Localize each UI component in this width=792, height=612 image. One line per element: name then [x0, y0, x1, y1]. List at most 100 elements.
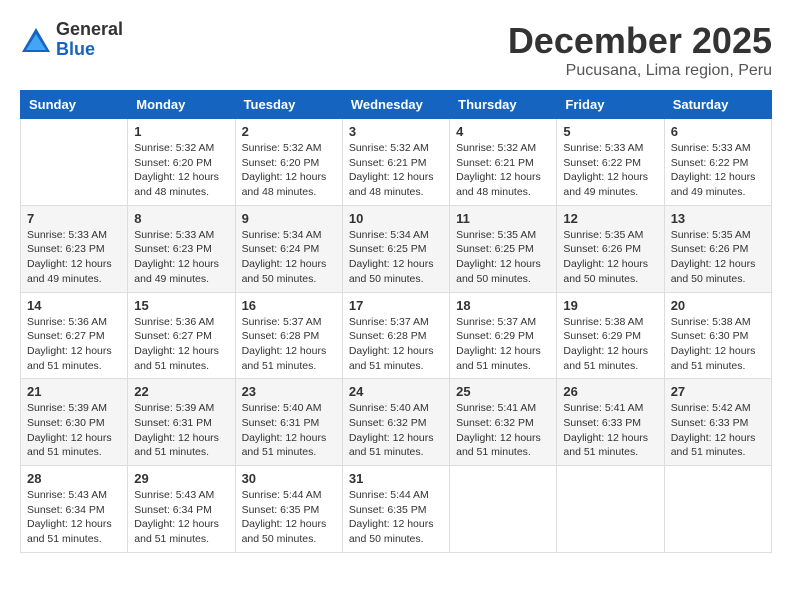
day-info: Sunrise: 5:39 AM Sunset: 6:31 PM Dayligh… — [134, 401, 228, 460]
calendar-cell: 14Sunrise: 5:36 AM Sunset: 6:27 PM Dayli… — [21, 292, 128, 379]
day-info: Sunrise: 5:34 AM Sunset: 6:25 PM Dayligh… — [349, 228, 443, 287]
day-number: 28 — [27, 471, 121, 486]
day-info: Sunrise: 5:41 AM Sunset: 6:33 PM Dayligh… — [563, 401, 657, 460]
day-header-sunday: Sunday — [21, 91, 128, 119]
calendar-cell — [21, 119, 128, 206]
day-info: Sunrise: 5:41 AM Sunset: 6:32 PM Dayligh… — [456, 401, 550, 460]
day-number: 6 — [671, 124, 765, 139]
day-number: 18 — [456, 298, 550, 313]
day-number: 31 — [349, 471, 443, 486]
day-info: Sunrise: 5:37 AM Sunset: 6:29 PM Dayligh… — [456, 315, 550, 374]
calendar-week-1: 1 Sunrise: 5:32 AM Sunset: 6:20 PM Daylig… — [21, 119, 772, 206]
day-number: 17 — [349, 298, 443, 313]
calendar-week-5: 28 Sunrise: 5:43 AM Sunset: 6:34 PM Dayli… — [21, 466, 772, 553]
day-number: 23 — [242, 384, 336, 399]
day-number: 9 — [242, 211, 336, 226]
calendar-cell: 29Sunrise: 5:43 AM Sunset: 6:34 PM Dayli… — [128, 466, 235, 553]
day-info: Sunrise: 5:42 AM Sunset: 6:33 PM Dayligh… — [671, 401, 765, 460]
calendar-cell — [557, 466, 664, 553]
logo-blue-text: Blue — [56, 40, 123, 60]
day-number: 4 — [456, 124, 550, 139]
day-info: Sunrise: 5:44 AM Sunset: 6:35 PM Dayligh… — [349, 488, 443, 547]
day-info: Sunrise: 5:43 AM Sunset: 6:34 PM Dayligh… — [27, 488, 121, 547]
day-number: 26 — [563, 384, 657, 399]
day-info: Sunrise: 5:35 AM Sunset: 6:26 PM Dayligh… — [563, 228, 657, 287]
day-info: Sunrise: 5:35 AM Sunset: 6:26 PM Dayligh… — [671, 228, 765, 287]
calendar-week-3: 14Sunrise: 5:36 AM Sunset: 6:27 PM Dayli… — [21, 292, 772, 379]
day-info: Sunrise: 5:34 AM Sunset: 6:24 PM Dayligh… — [242, 228, 336, 287]
calendar-cell: 13 Sunrise: 5:35 AM Sunset: 6:26 PM Dayli… — [664, 205, 771, 292]
day-number: 2 — [242, 124, 336, 139]
header-row: SundayMondayTuesdayWednesdayThursdayFrid… — [21, 91, 772, 119]
calendar-cell: 16 Sunrise: 5:37 AM Sunset: 6:28 PM Dayli… — [235, 292, 342, 379]
day-header-friday: Friday — [557, 91, 664, 119]
calendar-cell: 7Sunrise: 5:33 AM Sunset: 6:23 PM Daylig… — [21, 205, 128, 292]
day-info: Sunrise: 5:37 AM Sunset: 6:28 PM Dayligh… — [242, 315, 336, 374]
day-number: 25 — [456, 384, 550, 399]
day-info: Sunrise: 5:37 AM Sunset: 6:28 PM Dayligh… — [349, 315, 443, 374]
page-header: General Blue December 2025 Pucusana, Lim… — [20, 20, 772, 80]
calendar-cell — [664, 466, 771, 553]
day-info: Sunrise: 5:32 AM Sunset: 6:21 PM Dayligh… — [456, 141, 550, 200]
day-number: 27 — [671, 384, 765, 399]
day-info: Sunrise: 5:32 AM Sunset: 6:21 PM Dayligh… — [349, 141, 443, 200]
day-info: Sunrise: 5:32 AM Sunset: 6:20 PM Dayligh… — [242, 141, 336, 200]
title-area: December 2025 Pucusana, Lima region, Per… — [508, 20, 772, 80]
day-info: Sunrise: 5:38 AM Sunset: 6:29 PM Dayligh… — [563, 315, 657, 374]
day-info: Sunrise: 5:33 AM Sunset: 6:22 PM Dayligh… — [563, 141, 657, 200]
calendar-cell: 1 Sunrise: 5:32 AM Sunset: 6:20 PM Daylig… — [128, 119, 235, 206]
day-number: 1 — [134, 124, 228, 139]
day-header-saturday: Saturday — [664, 91, 771, 119]
day-header-thursday: Thursday — [450, 91, 557, 119]
day-info: Sunrise: 5:32 AM Sunset: 6:20 PM Dayligh… — [134, 141, 228, 200]
day-number: 13 — [671, 211, 765, 226]
day-number: 24 — [349, 384, 443, 399]
day-number: 29 — [134, 471, 228, 486]
calendar-cell: 20 Sunrise: 5:38 AM Sunset: 6:30 PM Dayli… — [664, 292, 771, 379]
day-info: Sunrise: 5:33 AM Sunset: 6:22 PM Dayligh… — [671, 141, 765, 200]
calendar-cell: 27 Sunrise: 5:42 AM Sunset: 6:33 PM Dayli… — [664, 379, 771, 466]
day-number: 10 — [349, 211, 443, 226]
calendar-cell: 26 Sunrise: 5:41 AM Sunset: 6:33 PM Dayli… — [557, 379, 664, 466]
calendar-cell: 6 Sunrise: 5:33 AM Sunset: 6:22 PM Daylig… — [664, 119, 771, 206]
logo-general-text: General — [56, 20, 123, 40]
calendar-table: SundayMondayTuesdayWednesdayThursdayFrid… — [20, 90, 772, 553]
day-info: Sunrise: 5:35 AM Sunset: 6:25 PM Dayligh… — [456, 228, 550, 287]
day-number: 8 — [134, 211, 228, 226]
day-number: 30 — [242, 471, 336, 486]
calendar-cell: 19 Sunrise: 5:38 AM Sunset: 6:29 PM Dayli… — [557, 292, 664, 379]
calendar-cell: 23 Sunrise: 5:40 AM Sunset: 6:31 PM Dayli… — [235, 379, 342, 466]
calendar-cell: 11 Sunrise: 5:35 AM Sunset: 6:25 PM Dayli… — [450, 205, 557, 292]
day-header-wednesday: Wednesday — [342, 91, 449, 119]
calendar-body: 1 Sunrise: 5:32 AM Sunset: 6:20 PM Daylig… — [21, 119, 772, 553]
calendar-cell: 18 Sunrise: 5:37 AM Sunset: 6:29 PM Dayli… — [450, 292, 557, 379]
day-number: 16 — [242, 298, 336, 313]
day-info: Sunrise: 5:33 AM Sunset: 6:23 PM Dayligh… — [134, 228, 228, 287]
day-header-tuesday: Tuesday — [235, 91, 342, 119]
calendar-cell: 24 Sunrise: 5:40 AM Sunset: 6:32 PM Dayli… — [342, 379, 449, 466]
calendar-cell: 8 Sunrise: 5:33 AM Sunset: 6:23 PM Daylig… — [128, 205, 235, 292]
day-info: Sunrise: 5:40 AM Sunset: 6:31 PM Dayligh… — [242, 401, 336, 460]
day-info: Sunrise: 5:44 AM Sunset: 6:35 PM Dayligh… — [242, 488, 336, 547]
calendar-cell: 9 Sunrise: 5:34 AM Sunset: 6:24 PM Daylig… — [235, 205, 342, 292]
calendar-cell: 15Sunrise: 5:36 AM Sunset: 6:27 PM Dayli… — [128, 292, 235, 379]
day-number: 5 — [563, 124, 657, 139]
day-number: 11 — [456, 211, 550, 226]
logo: General Blue — [20, 20, 123, 60]
day-number: 22 — [134, 384, 228, 399]
calendar-cell: 2 Sunrise: 5:32 AM Sunset: 6:20 PM Daylig… — [235, 119, 342, 206]
month-title: December 2025 — [508, 20, 772, 62]
day-info: Sunrise: 5:38 AM Sunset: 6:30 PM Dayligh… — [671, 315, 765, 374]
calendar-week-4: 21Sunrise: 5:39 AM Sunset: 6:30 PM Dayli… — [21, 379, 772, 466]
day-info: Sunrise: 5:40 AM Sunset: 6:32 PM Dayligh… — [349, 401, 443, 460]
calendar-header: SundayMondayTuesdayWednesdayThursdayFrid… — [21, 91, 772, 119]
logo-text: General Blue — [56, 20, 123, 60]
day-header-monday: Monday — [128, 91, 235, 119]
day-number: 19 — [563, 298, 657, 313]
calendar-cell: 10 Sunrise: 5:34 AM Sunset: 6:25 PM Dayli… — [342, 205, 449, 292]
calendar-cell: 17 Sunrise: 5:37 AM Sunset: 6:28 PM Dayli… — [342, 292, 449, 379]
day-info: Sunrise: 5:39 AM Sunset: 6:30 PM Dayligh… — [27, 401, 121, 460]
day-number: 20 — [671, 298, 765, 313]
logo-icon — [20, 26, 52, 54]
day-number: 12 — [563, 211, 657, 226]
